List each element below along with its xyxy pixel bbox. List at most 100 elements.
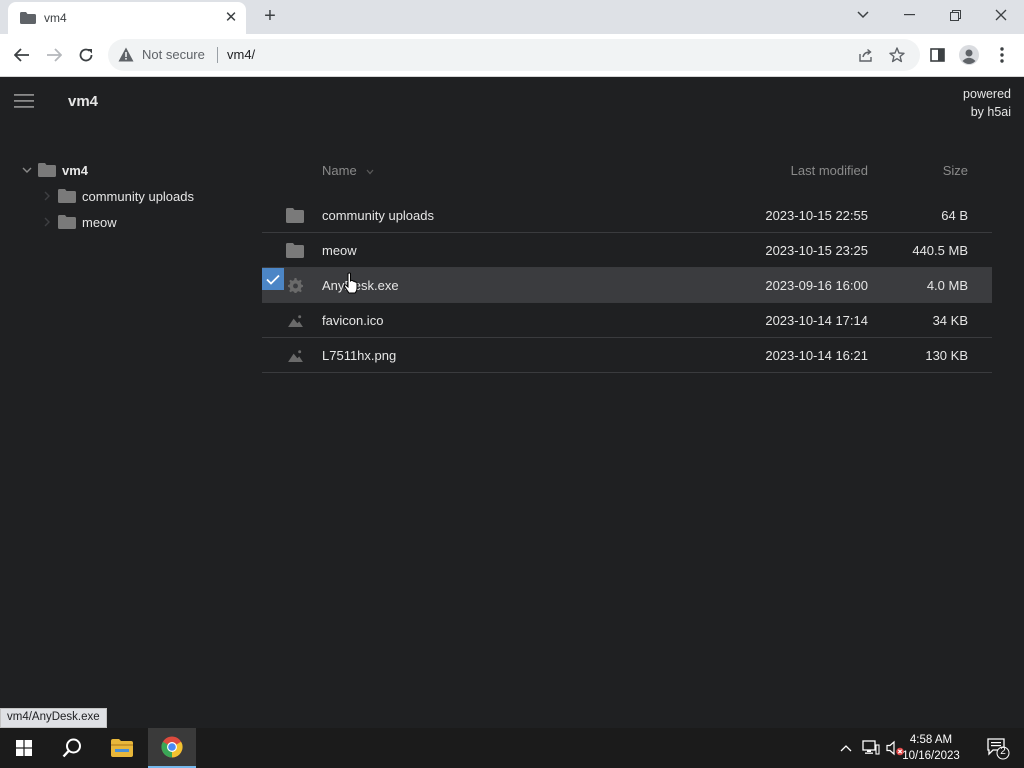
file-explorer-button[interactable] [98,728,146,768]
browser-toolbar: Not secure vm4/ [0,34,1024,77]
minimize-button[interactable] [886,0,932,30]
file-name[interactable]: favicon.ico [322,313,383,328]
tree-label: community uploads [82,188,194,204]
file-modified: 2023-10-14 16:21 [765,348,868,363]
chevron-right-icon[interactable] [40,189,54,203]
notification-center-button[interactable]: 2 [986,736,1010,760]
powered-line: powered [963,87,1011,101]
file-size: 34 KB [932,313,968,328]
notification-count: 2 [1000,746,1006,757]
file-modified: 2023-10-15 23:25 [765,243,868,258]
chrome-icon [161,736,183,758]
chrome-taskbar-button[interactable] [148,728,196,768]
folder-icon [58,189,76,203]
table-row[interactable]: AnyDesk.exe 2023-09-16 16:00 4.0 MB [262,268,992,303]
close-icon [995,9,1007,21]
search-button[interactable] [48,728,96,768]
table-row[interactable]: favicon.ico 2023-10-14 17:14 34 KB [262,303,992,338]
reload-icon [79,48,93,62]
show-hidden-icons-button[interactable] [836,738,856,758]
close-window-button[interactable] [978,0,1024,30]
network-button[interactable] [861,738,881,758]
taskbar: 4:58 AM 10/16/2023 2 [0,728,1024,768]
tab-search-button[interactable] [840,0,886,30]
side-panel-button[interactable] [927,45,947,65]
forward-button[interactable] [43,44,65,66]
image-icon [288,350,303,362]
windows-logo-icon [16,740,32,756]
folder-icon [286,208,304,223]
arrow-right-icon [47,48,62,62]
browser-tab[interactable]: vm4 ✕ [8,2,246,34]
file-name[interactable]: community uploads [322,208,434,223]
chevron-up-icon [840,744,852,751]
file-size: 130 KB [925,348,968,363]
status-url: vm4/AnyDesk.exe [0,708,107,728]
file-modified: 2023-10-15 22:55 [765,208,868,223]
checkmark-icon [266,274,280,285]
table-row[interactable]: meow 2023-10-15 23:25 440.5 MB [262,233,992,268]
tree-label: vm4 [62,162,89,178]
new-tab-button[interactable]: + [260,6,280,26]
divider [217,47,218,63]
file-explorer-icon [111,739,133,757]
url-text[interactable]: vm4/ [227,47,255,62]
folder-icon [58,215,76,229]
sort-by-name[interactable]: Name [322,163,374,178]
sort-arrow-icon [366,169,374,175]
more-vertical-icon [1000,47,1004,63]
restore-icon [949,9,961,21]
folder-icon [38,163,56,177]
file-size: 4.0 MB [926,278,968,293]
powered-by-link[interactable]: powered by h5ai [963,85,1011,121]
sort-by-size[interactable]: Size [943,163,968,178]
address-bar[interactable]: Not secure vm4/ [108,39,920,71]
close-tab-icon[interactable]: ✕ [222,9,240,27]
gear-icon [288,278,303,293]
table-row[interactable]: community uploads 2023-10-15 22:55 64 B [262,198,992,233]
back-button[interactable] [11,44,33,66]
powered-line: by h5ai [970,105,1011,119]
avatar-icon [959,45,979,65]
chevron-down-icon [857,11,869,19]
list-header: Name Last modified Size [262,159,992,183]
file-modified: 2023-09-16 16:00 [765,278,868,293]
h5ai-page: vm4 powered by h5ai vm4 community upload… [0,77,1024,728]
profile-button[interactable] [959,45,979,65]
star-icon [889,47,905,63]
folder-icon [20,12,36,24]
file-name[interactable]: meow [322,243,357,258]
clock-time: 4:58 AM [909,734,953,746]
warning-icon[interactable] [118,47,134,62]
file-size: 64 B [941,208,968,223]
security-label[interactable]: Not secure [142,47,205,62]
folder-icon [286,243,304,258]
selection-checkbox[interactable] [262,268,284,290]
tree-item-root[interactable]: vm4 [20,159,88,181]
menu-icon[interactable] [14,94,34,108]
chevron-down-icon[interactable] [20,163,34,177]
system-clock[interactable]: 4:58 AM 10/16/2023 [896,732,966,764]
bookmark-button[interactable] [888,46,906,64]
browser-tab-bar: vm4 ✕ + [0,0,1024,34]
sort-by-modified[interactable]: Last modified [791,163,868,178]
image-icon [288,315,303,327]
tree-item-meow[interactable]: meow [40,211,117,233]
start-button[interactable] [0,728,48,768]
share-button[interactable] [856,46,874,64]
restore-button[interactable] [932,0,978,30]
file-modified: 2023-10-14 17:14 [765,313,868,328]
clock-date: 10/16/2023 [902,750,960,762]
file-name[interactable]: AnyDesk.exe [322,278,399,293]
tree-item-community-uploads[interactable]: community uploads [40,185,194,207]
file-size: 440.5 MB [912,243,968,258]
table-row[interactable]: L7511hx.png 2023-10-14 16:21 130 KB [262,338,992,373]
column-name-label: Name [322,163,357,178]
side-panel-icon [929,48,945,62]
breadcrumb[interactable]: vm4 [68,93,98,110]
reload-button[interactable] [75,44,97,66]
chevron-right-icon[interactable] [40,215,54,229]
browser-menu-button[interactable] [992,45,1012,65]
file-name[interactable]: L7511hx.png [322,348,396,363]
search-icon [62,738,81,758]
